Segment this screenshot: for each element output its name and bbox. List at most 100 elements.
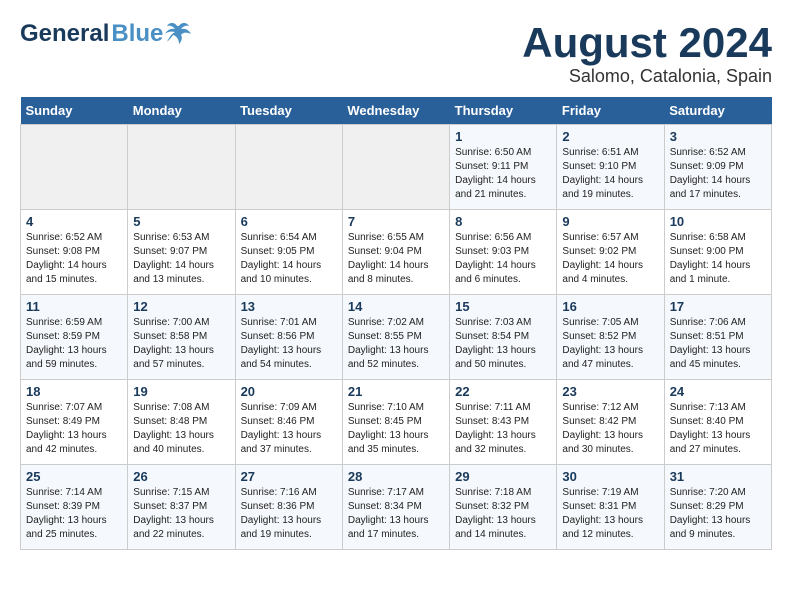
day-number: 8	[455, 214, 551, 229]
cell-content: Sunrise: 6:53 AM Sunset: 9:07 PM Dayligh…	[133, 231, 229, 287]
calendar-cell	[235, 125, 342, 210]
logo-blue: Blue	[111, 20, 163, 48]
day-number: 12	[133, 299, 229, 314]
cell-content: Sunrise: 6:56 AM Sunset: 9:03 PM Dayligh…	[455, 231, 551, 287]
day-number: 20	[241, 384, 337, 399]
day-number: 23	[562, 384, 658, 399]
day-number: 22	[455, 384, 551, 399]
calendar-cell: 28 Sunrise: 7:17 AM Sunset: 8:34 PM Dayli…	[342, 465, 449, 550]
day-number: 7	[348, 214, 444, 229]
location: Salomo, Catalonia, Spain	[522, 66, 772, 87]
calendar-cell: 6Sunrise: 6:54 AM Sunset: 9:05 PM Daylig…	[235, 210, 342, 295]
day-number: 9	[562, 214, 658, 229]
calendar-cell: 19 Sunrise: 7:08 AM Sunset: 8:48 PM Dayli…	[128, 380, 235, 465]
calendar-cell: 9 Sunrise: 6:57 AM Sunset: 9:02 PM Daylig…	[557, 210, 664, 295]
day-number: 15	[455, 299, 551, 314]
cell-content: Sunrise: 7:18 AM Sunset: 8:32 PM Dayligh…	[455, 486, 551, 542]
calendar-cell: 25 Sunrise: 7:14 AM Sunset: 8:39 PM Dayli…	[21, 465, 128, 550]
cell-content: Sunrise: 7:13 AM Sunset: 8:40 PM Dayligh…	[670, 401, 766, 457]
calendar-cell: 14 Sunrise: 7:02 AM Sunset: 8:55 PM Dayli…	[342, 295, 449, 380]
day-number: 21	[348, 384, 444, 399]
cell-content: Sunrise: 6:50 AM Sunset: 9:11 PM Dayligh…	[455, 146, 551, 202]
cell-content: Sunrise: 6:54 AM Sunset: 9:05 PM Dayligh…	[241, 231, 337, 287]
calendar-week-row: 18 Sunrise: 7:07 AM Sunset: 8:49 PM Dayli…	[21, 380, 772, 465]
day-number: 28	[348, 469, 444, 484]
calendar-cell: 20 Sunrise: 7:09 AM Sunset: 8:46 PM Dayli…	[235, 380, 342, 465]
cell-content: Sunrise: 7:09 AM Sunset: 8:46 PM Dayligh…	[241, 401, 337, 457]
page-header: General Blue August 2024 Salomo, Catalon…	[20, 20, 772, 87]
weekday-header-sunday: Sunday	[21, 97, 128, 125]
weekday-header-monday: Monday	[128, 97, 235, 125]
day-number: 26	[133, 469, 229, 484]
cell-content: Sunrise: 6:52 AM Sunset: 9:09 PM Dayligh…	[670, 146, 766, 202]
calendar-cell: 8 Sunrise: 6:56 AM Sunset: 9:03 PM Daylig…	[450, 210, 557, 295]
day-number: 19	[133, 384, 229, 399]
calendar-cell	[21, 125, 128, 210]
calendar-week-row: 11Sunrise: 6:59 AM Sunset: 8:59 PM Dayli…	[21, 295, 772, 380]
day-number: 4	[26, 214, 122, 229]
calendar-cell: 30 Sunrise: 7:19 AM Sunset: 8:31 PM Dayli…	[557, 465, 664, 550]
weekday-header-wednesday: Wednesday	[342, 97, 449, 125]
cell-content: Sunrise: 7:15 AM Sunset: 8:37 PM Dayligh…	[133, 486, 229, 542]
day-number: 25	[26, 469, 122, 484]
weekday-header-saturday: Saturday	[664, 97, 771, 125]
month-title: August 2024	[522, 20, 772, 66]
calendar-cell: 29 Sunrise: 7:18 AM Sunset: 8:32 PM Dayli…	[450, 465, 557, 550]
calendar-week-row: 4 Sunrise: 6:52 AM Sunset: 9:08 PM Daylig…	[21, 210, 772, 295]
weekday-header-friday: Friday	[557, 97, 664, 125]
day-number: 30	[562, 469, 658, 484]
day-number: 24	[670, 384, 766, 399]
cell-content: Sunrise: 7:07 AM Sunset: 8:49 PM Dayligh…	[26, 401, 122, 457]
calendar-cell: 31Sunrise: 7:20 AM Sunset: 8:29 PM Dayli…	[664, 465, 771, 550]
day-number: 29	[455, 469, 551, 484]
cell-content: Sunrise: 7:08 AM Sunset: 8:48 PM Dayligh…	[133, 401, 229, 457]
cell-content: Sunrise: 7:20 AM Sunset: 8:29 PM Dayligh…	[670, 486, 766, 542]
day-number: 17	[670, 299, 766, 314]
day-number: 10	[670, 214, 766, 229]
day-number: 11	[26, 299, 122, 314]
day-number: 5	[133, 214, 229, 229]
cell-content: Sunrise: 7:11 AM Sunset: 8:43 PM Dayligh…	[455, 401, 551, 457]
calendar-table: SundayMondayTuesdayWednesdayThursdayFrid…	[20, 97, 772, 550]
cell-content: Sunrise: 7:02 AM Sunset: 8:55 PM Dayligh…	[348, 316, 444, 372]
day-number: 14	[348, 299, 444, 314]
cell-content: Sunrise: 6:51 AM Sunset: 9:10 PM Dayligh…	[562, 146, 658, 202]
calendar-cell: 18 Sunrise: 7:07 AM Sunset: 8:49 PM Dayli…	[21, 380, 128, 465]
calendar-cell: 27 Sunrise: 7:16 AM Sunset: 8:36 PM Dayli…	[235, 465, 342, 550]
cell-content: Sunrise: 7:17 AM Sunset: 8:34 PM Dayligh…	[348, 486, 444, 542]
day-number: 18	[26, 384, 122, 399]
logo-general: General	[20, 20, 109, 48]
cell-content: Sunrise: 7:19 AM Sunset: 8:31 PM Dayligh…	[562, 486, 658, 542]
day-number: 3	[670, 129, 766, 144]
day-number: 2	[562, 129, 658, 144]
calendar-cell: 16Sunrise: 7:05 AM Sunset: 8:52 PM Dayli…	[557, 295, 664, 380]
cell-content: Sunrise: 7:14 AM Sunset: 8:39 PM Dayligh…	[26, 486, 122, 542]
calendar-cell: 13Sunrise: 7:01 AM Sunset: 8:56 PM Dayli…	[235, 295, 342, 380]
cell-content: Sunrise: 7:06 AM Sunset: 8:51 PM Dayligh…	[670, 316, 766, 372]
calendar-cell: 23 Sunrise: 7:12 AM Sunset: 8:42 PM Dayli…	[557, 380, 664, 465]
calendar-week-row: 25 Sunrise: 7:14 AM Sunset: 8:39 PM Dayli…	[21, 465, 772, 550]
cell-content: Sunrise: 7:10 AM Sunset: 8:45 PM Dayligh…	[348, 401, 444, 457]
calendar-cell: 22 Sunrise: 7:11 AM Sunset: 8:43 PM Dayli…	[450, 380, 557, 465]
calendar-cell: 11Sunrise: 6:59 AM Sunset: 8:59 PM Dayli…	[21, 295, 128, 380]
cell-content: Sunrise: 6:55 AM Sunset: 9:04 PM Dayligh…	[348, 231, 444, 287]
calendar-cell: 1 Sunrise: 6:50 AM Sunset: 9:11 PM Daylig…	[450, 125, 557, 210]
cell-content: Sunrise: 7:01 AM Sunset: 8:56 PM Dayligh…	[241, 316, 337, 372]
day-number: 27	[241, 469, 337, 484]
cell-content: Sunrise: 6:52 AM Sunset: 9:08 PM Dayligh…	[26, 231, 122, 287]
calendar-cell: 4 Sunrise: 6:52 AM Sunset: 9:08 PM Daylig…	[21, 210, 128, 295]
calendar-week-row: 1 Sunrise: 6:50 AM Sunset: 9:11 PM Daylig…	[21, 125, 772, 210]
title-block: August 2024 Salomo, Catalonia, Spain	[522, 20, 772, 87]
logo-bird-icon	[165, 20, 193, 48]
calendar-cell: 21 Sunrise: 7:10 AM Sunset: 8:45 PM Dayli…	[342, 380, 449, 465]
cell-content: Sunrise: 6:57 AM Sunset: 9:02 PM Dayligh…	[562, 231, 658, 287]
day-number: 1	[455, 129, 551, 144]
calendar-cell	[342, 125, 449, 210]
weekday-header-tuesday: Tuesday	[235, 97, 342, 125]
calendar-cell: 7 Sunrise: 6:55 AM Sunset: 9:04 PM Daylig…	[342, 210, 449, 295]
cell-content: Sunrise: 7:05 AM Sunset: 8:52 PM Dayligh…	[562, 316, 658, 372]
cell-content: Sunrise: 7:12 AM Sunset: 8:42 PM Dayligh…	[562, 401, 658, 457]
cell-content: Sunrise: 7:16 AM Sunset: 8:36 PM Dayligh…	[241, 486, 337, 542]
cell-content: Sunrise: 7:00 AM Sunset: 8:58 PM Dayligh…	[133, 316, 229, 372]
cell-content: Sunrise: 6:58 AM Sunset: 9:00 PM Dayligh…	[670, 231, 766, 287]
